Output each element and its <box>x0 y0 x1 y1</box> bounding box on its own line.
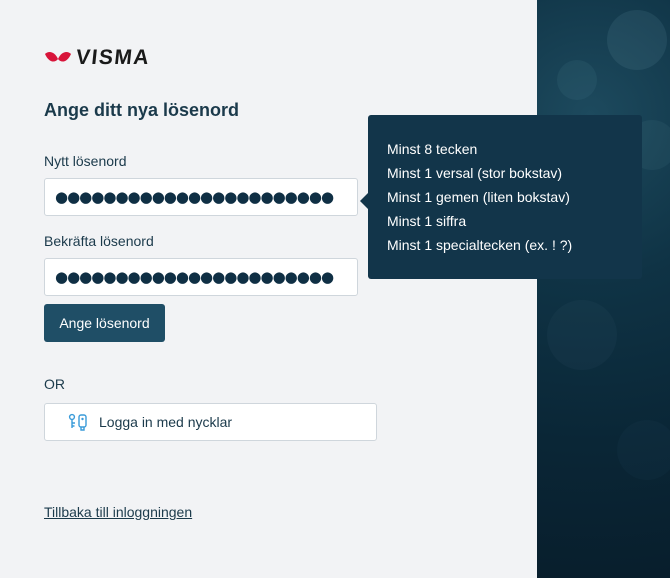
back-to-login-link[interactable]: Tillbaka till inloggningen <box>44 504 192 520</box>
confirm-password-input[interactable]: ●●●●●●●●●●●●●●●●●●●●●●● <box>44 258 358 296</box>
visma-logo: VISMA <box>44 46 152 70</box>
passkey-login-label: Logga in med nycklar <box>99 414 233 430</box>
requirements-list: Minst 8 tecken Minst 1 versal (stor boks… <box>387 137 623 257</box>
new-password-label: Nytt lösenord <box>44 153 127 169</box>
brand-name: VISMA <box>74 46 152 69</box>
password-requirements-tooltip: Minst 8 tecken Minst 1 versal (stor boks… <box>360 115 642 279</box>
background-image <box>537 0 670 578</box>
requirement-item: Minst 1 siffra <box>387 213 467 229</box>
new-password-input[interactable]: ●●●●●●●●●●●●●●●●●●●●●●● <box>44 178 358 216</box>
requirement-item: Minst 1 gemen (liten bokstav) <box>387 189 570 205</box>
passkey-icon <box>67 413 89 431</box>
visma-logo-icon <box>44 48 72 68</box>
set-password-button[interactable]: Ange lösenord <box>44 304 165 342</box>
requirement-item: Minst 1 versal (stor bokstav) <box>387 165 563 181</box>
page-title: Ange ditt nya lösenord <box>44 100 240 120</box>
or-divider: OR <box>44 376 65 392</box>
confirm-password-label: Bekräfta lösenord <box>44 233 154 249</box>
requirement-item: Minst 8 tecken <box>387 141 478 157</box>
requirement-item: Minst 1 specialtecken (ex. ! ?) <box>387 237 573 253</box>
login-panel: VISMA Ange ditt nya lösenord Nytt löseno… <box>0 0 537 578</box>
passkey-login-button[interactable]: Logga in med nycklar <box>44 403 377 441</box>
